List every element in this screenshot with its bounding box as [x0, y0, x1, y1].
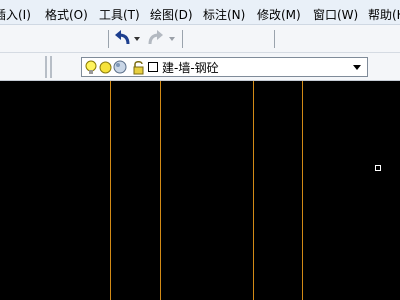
chevron-down-icon[interactable]: [353, 65, 361, 70]
lock-icon[interactable]: [132, 60, 145, 75]
menu-insert[interactable]: 插入(I): [0, 0, 31, 24]
redo-arrow-icon[interactable]: [146, 28, 164, 48]
lightbulb-on-icon[interactable]: [85, 60, 97, 75]
toolbar-grip[interactable]: [50, 56, 52, 78]
toolbar-grip[interactable]: [45, 56, 47, 78]
layer-dropdown[interactable]: 建-墙-钢砼: [81, 57, 368, 77]
menu-format[interactable]: 格式(O): [45, 0, 88, 24]
menu-dimension[interactable]: 标注(N): [203, 0, 245, 24]
wall-line: [253, 81, 254, 300]
standard-toolbar: [0, 25, 400, 53]
menu-bar: 插入(I) 格式(O) 工具(T) 绘图(D) 标注(N) 修改(M) 窗口(W…: [0, 0, 400, 25]
menu-modify[interactable]: 修改(M): [257, 0, 301, 24]
wall-line: [302, 81, 303, 300]
layer-name: 建-墙-钢砼: [162, 61, 219, 75]
toolbar-separator: [108, 30, 109, 48]
drawing-canvas[interactable]: [0, 81, 400, 300]
cursor-pickbox: [375, 165, 381, 171]
layer-color-box[interactable]: [148, 62, 158, 72]
wall-line: [110, 81, 111, 300]
toolbar-separator: [182, 30, 183, 48]
menu-help[interactable]: 帮助(H): [368, 0, 400, 24]
toolbar-separator: [274, 30, 275, 48]
menu-draw[interactable]: 绘图(D): [150, 0, 193, 24]
undo-arrow-icon[interactable]: [114, 28, 132, 48]
wall-line: [160, 81, 161, 300]
redo-dropdown-icon[interactable]: [169, 37, 175, 41]
menu-tools[interactable]: 工具(T): [99, 0, 140, 24]
color-swatch-icon[interactable]: [113, 60, 127, 74]
menu-window[interactable]: 窗口(W): [313, 0, 358, 24]
sun-thaw-icon[interactable]: [99, 61, 112, 74]
undo-dropdown-icon[interactable]: [134, 37, 140, 41]
